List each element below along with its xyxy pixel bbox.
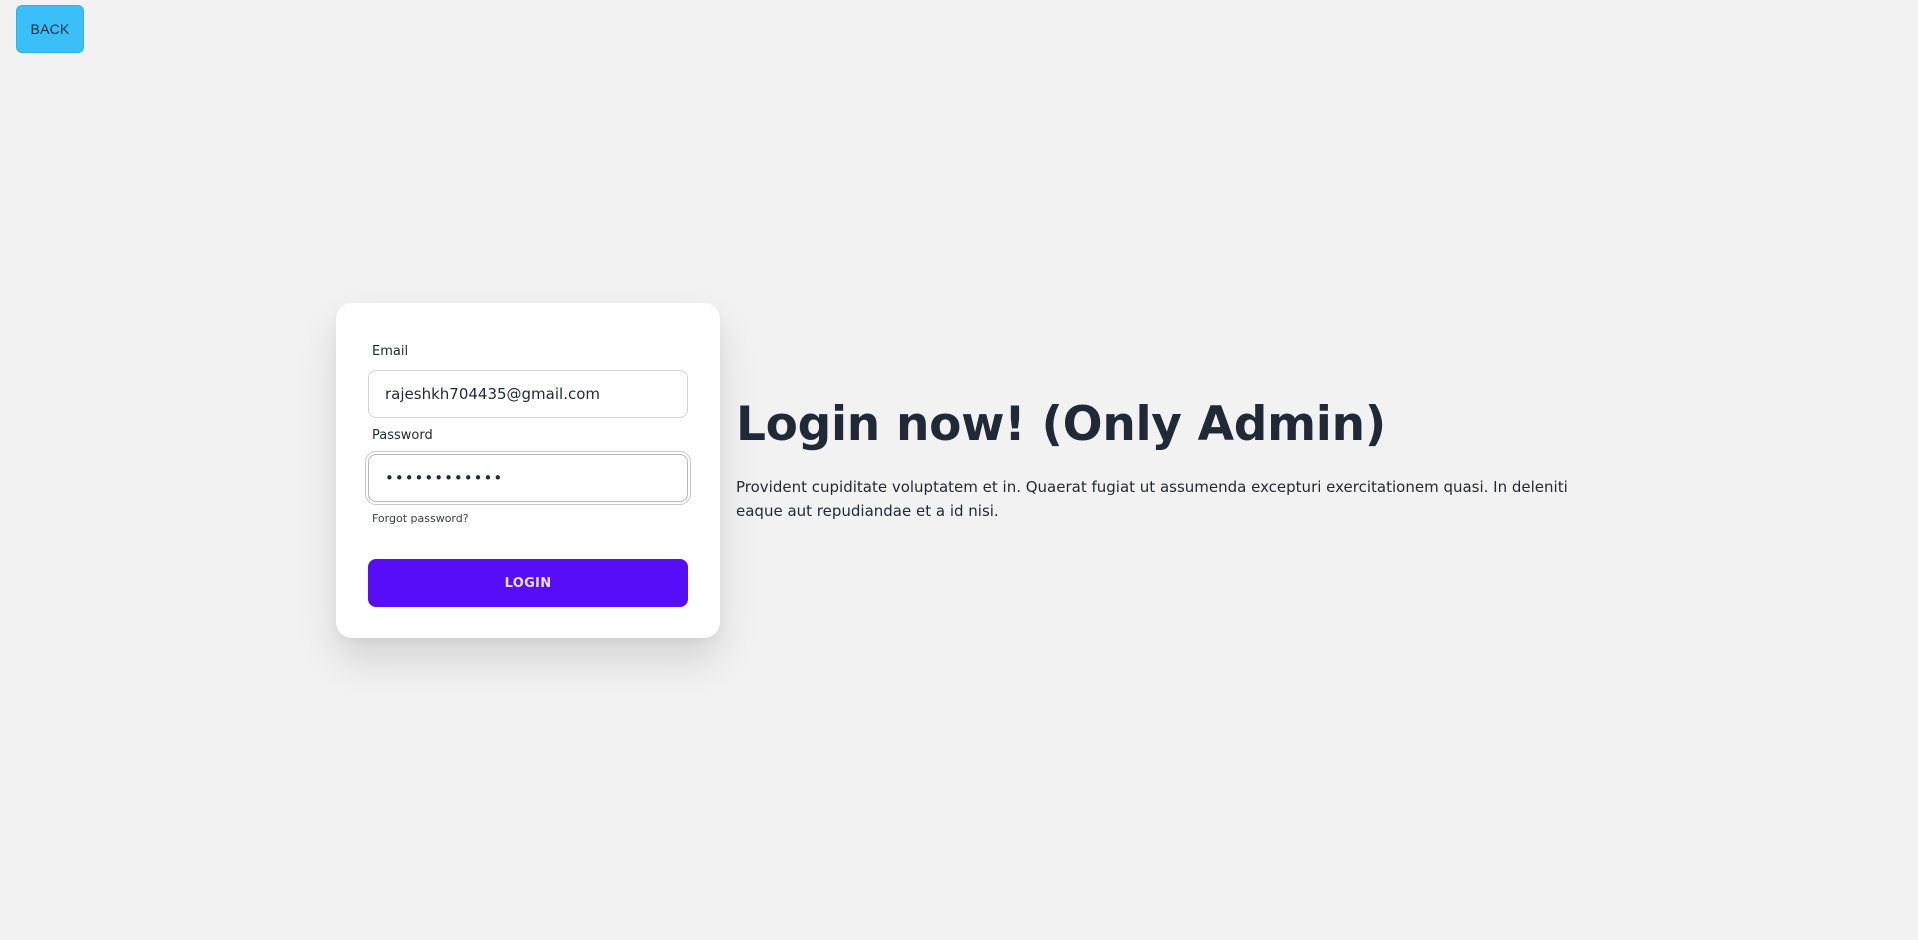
login-page: BACK Email Password Forgot password? LOG… <box>0 0 1918 940</box>
hero-description: Provident cupiditate voluptatem et in. Q… <box>736 478 1568 520</box>
email-input[interactable] <box>368 370 688 418</box>
page-title: Login now! (Only Admin) <box>736 397 1386 452</box>
hero-section: Login now! (Only Admin) Provident cupidi… <box>736 395 1616 523</box>
forgot-password-link[interactable]: Forgot password? <box>372 512 469 525</box>
email-label: Email <box>372 344 409 359</box>
back-button[interactable]: BACK <box>16 5 84 53</box>
login-button[interactable]: LOGIN <box>368 559 688 607</box>
login-card: Email Password Forgot password? LOGIN <box>336 303 720 638</box>
password-label: Password <box>372 428 433 443</box>
password-input[interactable] <box>368 454 688 502</box>
